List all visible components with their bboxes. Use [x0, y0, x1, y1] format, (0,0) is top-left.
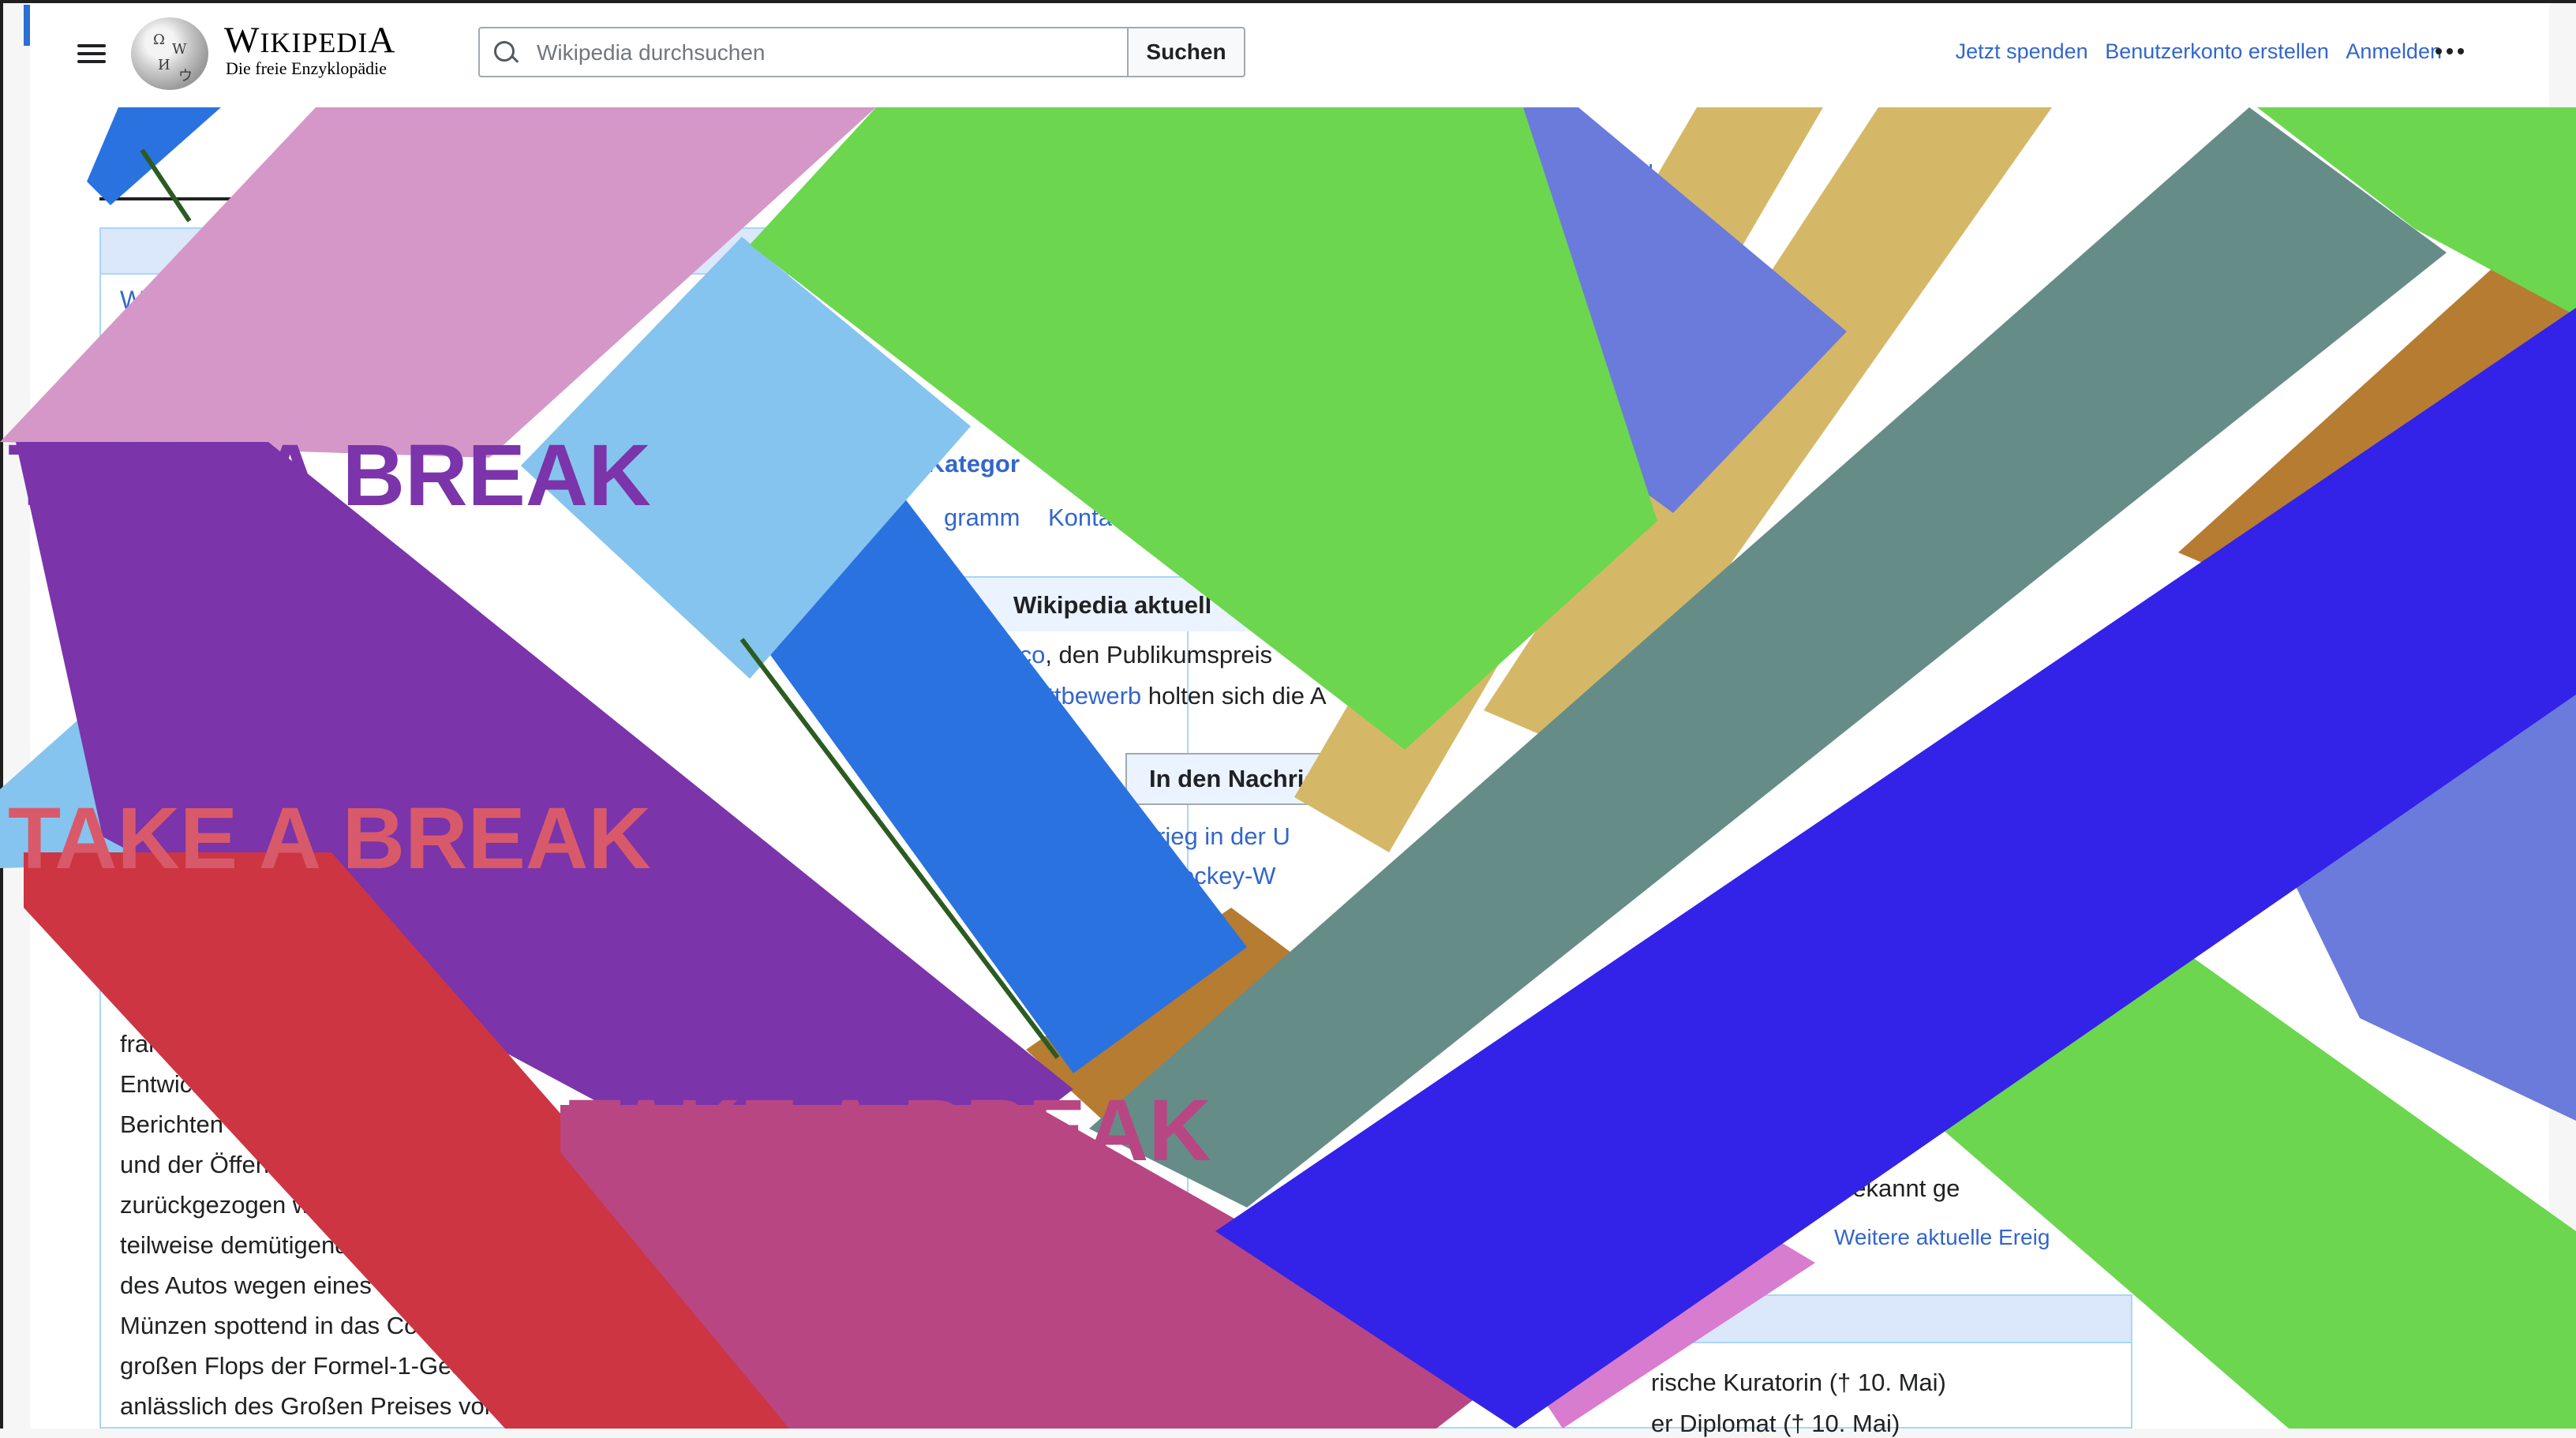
- text-kuratorin: rische Kuratorin († 10. Mai): [1651, 1369, 1946, 1396]
- header-content: ΩWИウ WIKIPEDIA Die freie Enzyklopädie Su…: [0, 0, 2576, 110]
- in-den-nachrichten-heading: In den Nachrich: [1125, 753, 1365, 805]
- more-dots-icon[interactable]: [2432, 46, 2467, 57]
- featured-article-header: [99, 227, 1189, 275]
- search-button[interactable]: Suchen: [1129, 27, 1245, 77]
- link-programm[interactable]: gramm: [944, 504, 1020, 532]
- login-link[interactable]: Anmelden: [2346, 39, 2442, 63]
- link-sieg[interactable]: N: [120, 680, 137, 709]
- wikipedia-tagline: Die freie Enzyklopädie: [226, 58, 388, 78]
- user-links: Jetzt spenden Benutzerkonto erstellen An…: [1945, 39, 2442, 64]
- article-line: französi: [120, 1030, 206, 1058]
- search-icon: [494, 41, 516, 63]
- donate-link[interactable]: Jetzt spenden: [1956, 39, 2088, 63]
- article-line: Entwicklung: [120, 1070, 251, 1098]
- page-content: H W Lanz ch Kategor gramm Konta Wikipedi…: [0, 0, 2576, 1437]
- article-line: teilweise demütigenden Un: [120, 1231, 414, 1259]
- wikipedia-globe-logo[interactable]: ΩWИウ: [131, 17, 208, 90]
- link-wettbewerb[interactable]: ettbewerb: [1034, 682, 1141, 710]
- article-line: des Autos wegen eines Techni: [120, 1271, 449, 1299]
- wikipedia-aktuell-heading: Wikipedia aktuell: [944, 576, 1386, 631]
- create-account-link[interactable]: Benutzerkonto erstellen: [2105, 39, 2329, 63]
- article-line: zurückgezogen werden: [120, 1191, 373, 1219]
- article-line: Berichten begle: [120, 1110, 290, 1138]
- text-holten: holten sich die A: [1141, 682, 1327, 710]
- search-box[interactable]: [478, 27, 1129, 77]
- text-diplomat: er Diplomat († 10. Mai): [1651, 1410, 1900, 1437]
- tab-hauptseite[interactable]: H: [99, 159, 117, 186]
- text-publikum: , den Publikumspreis: [1045, 641, 1273, 668]
- search-input[interactable]: [535, 38, 1106, 68]
- aktuell-line-1: arco, den Publikumspreis: [998, 641, 1272, 669]
- featured-article-text: sollt französi Entwicklung Berichten beg…: [120, 983, 582, 1426]
- link-rco[interactable]: arco: [998, 641, 1045, 668]
- link-kategorien[interactable]: ch Kategor: [892, 450, 1020, 478]
- article-line: und der Öffentlichke: [120, 1151, 339, 1178]
- wikipedia-wordmark[interactable]: WIKIPEDIA: [224, 19, 395, 62]
- menu-icon[interactable]: [71, 36, 112, 71]
- tab-underline: [99, 197, 249, 200]
- link-kontakt[interactable]: Konta: [1048, 504, 1112, 532]
- article-thumbnail: [122, 958, 140, 976]
- sieg-line: Sieg: [120, 641, 169, 669]
- featured-box-link[interactable]: W: [120, 286, 144, 315]
- link-lanz[interactable]: Lanz: [1648, 159, 1696, 185]
- link-krieg[interactable]: rieg in der U: [1157, 822, 1290, 851]
- article-line: Münzen spottend in das Cockpit. I: [120, 1312, 489, 1339]
- aktuell-line-2: ettbewerb holten sich die A: [1034, 682, 1327, 710]
- link-hockey[interactable]: ockey-W: [1181, 862, 1276, 890]
- link-weitere-ereignisse[interactable]: Weitere aktuelle Ereig: [1834, 1225, 2050, 1250]
- article-line: sollt: [120, 990, 164, 1017]
- article-line: großen Flops der Formel-1-Geschichte: [120, 1352, 542, 1380]
- nachrufe-header: [930, 1294, 2132, 1343]
- article-line: anlässlich des Großen Preises von Großbr: [120, 1392, 582, 1420]
- text-bekannt: bekannt ge: [1839, 1174, 1960, 1202]
- text-sieg: Sieg: [120, 641, 170, 668]
